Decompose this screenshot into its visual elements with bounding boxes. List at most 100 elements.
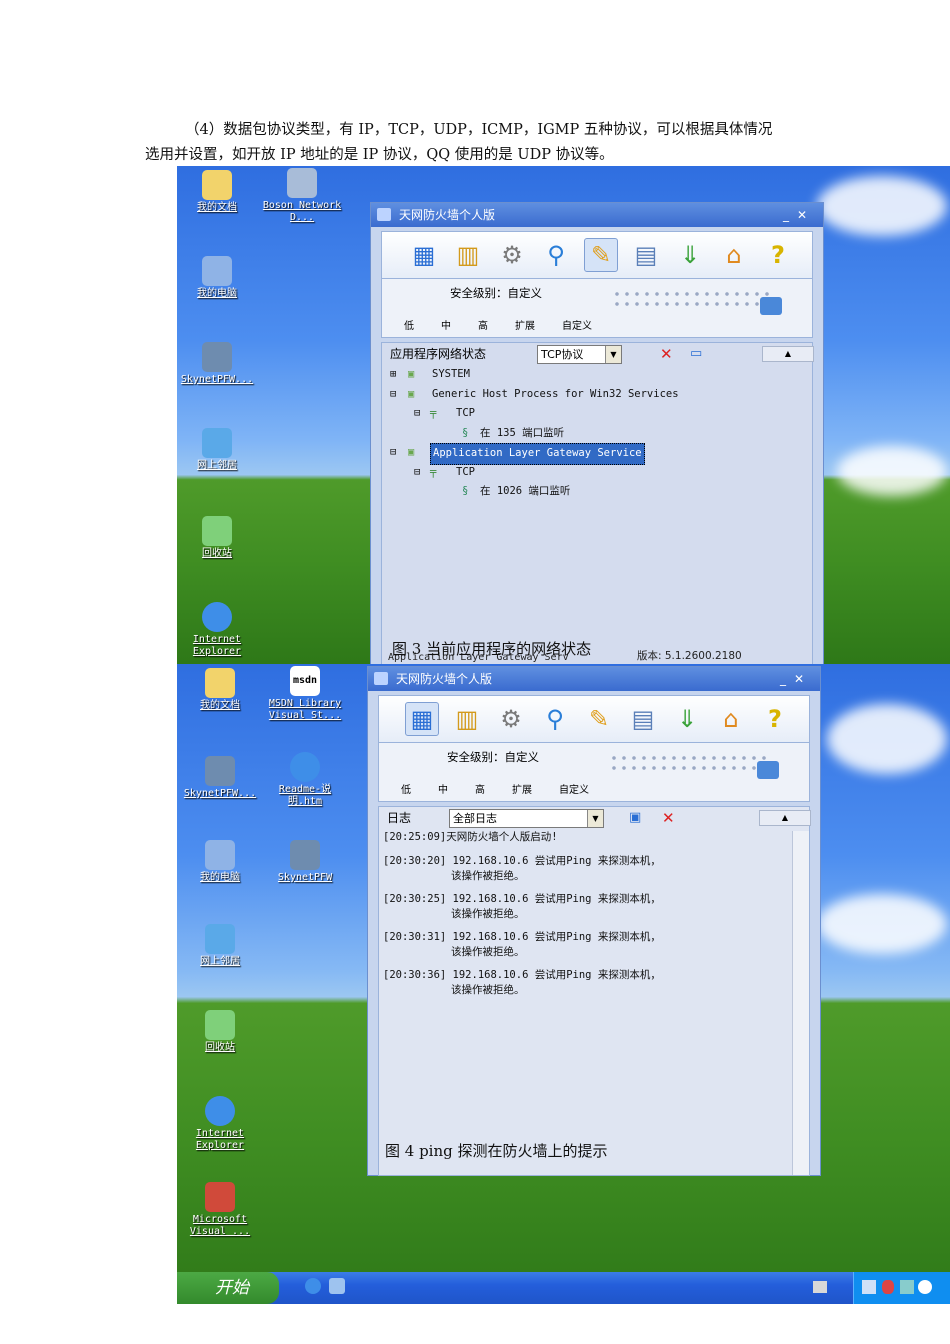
desktop-icon-my-computer[interactable]: 我的电脑 bbox=[177, 256, 257, 300]
window-controls: _✕ bbox=[783, 203, 815, 227]
download-icon[interactable]: ⇓ bbox=[674, 239, 706, 271]
start-label: 开始 bbox=[215, 1278, 249, 1298]
log-entry-text: [20:30:25] 192.168.10.6 尝试用Ping 来探测本机， bbox=[383, 893, 661, 905]
desktop-icon-readme[interactable]: Readme-说明.htm bbox=[265, 752, 345, 808]
quicklaunch-desktop-icon[interactable] bbox=[329, 1278, 345, 1294]
open-folder-icon[interactable]: ▭ bbox=[690, 343, 702, 365]
level-slider[interactable]: 低 中 高 扩展 自定义 bbox=[404, 317, 592, 332]
cloud bbox=[827, 704, 947, 774]
log-entry[interactable]: [20:30:20] 192.168.10.6 尝试用Ping 来探测本机， 该操… bbox=[383, 853, 805, 891]
level-custom[interactable]: 自定义 bbox=[562, 317, 592, 332]
tray-firewall-icon[interactable] bbox=[900, 1280, 914, 1294]
desktop-icon-skynet[interactable]: SkynetPFW... bbox=[180, 756, 260, 800]
ip-rules-icon[interactable]: ▥ bbox=[451, 703, 483, 735]
level-custom[interactable]: 自定义 bbox=[559, 781, 589, 796]
tree-row[interactable]: § 在 1026 端口监听 bbox=[382, 482, 812, 502]
tree-row[interactable]: ⊟ ╤ TCP bbox=[382, 404, 812, 424]
tree-row[interactable]: ⊟ ▣ Application Layer Gateway Service bbox=[382, 443, 812, 465]
tree-row[interactable]: § 在 135 端口监听 bbox=[382, 424, 812, 444]
protocol-select[interactable]: TCP协议 ▼ bbox=[537, 345, 622, 364]
level-slider[interactable]: 低 中 高 扩展 自定义 bbox=[401, 781, 589, 796]
log-entry-text-cont: 该操作被拒绝。 bbox=[451, 946, 525, 958]
body-paragraph: （4）数据包协议类型，有 IP，TCP，UDP，ICMP，IGMP 五种协议，可… bbox=[145, 118, 825, 168]
delete-icon[interactable]: ✕ bbox=[660, 343, 673, 365]
settings-gear-icon[interactable]: ⚙ bbox=[496, 239, 528, 271]
app-rules-icon[interactable]: ▦ bbox=[408, 239, 440, 271]
app-rules-icon[interactable]: ▦ bbox=[405, 702, 439, 736]
download-icon[interactable]: ⇓ bbox=[671, 703, 703, 735]
desktop-icon-skynet[interactable]: SkynetPFW... bbox=[177, 342, 257, 386]
level-mid[interactable]: 中 bbox=[441, 317, 451, 332]
search-icon[interactable]: ⚲ bbox=[539, 703, 571, 735]
desktop-icon-visual-studio[interactable]: Microsoft Visual ... bbox=[180, 1182, 260, 1238]
level-mid[interactable]: 中 bbox=[438, 781, 448, 796]
level-high[interactable]: 高 bbox=[475, 781, 485, 796]
network-screen-icon[interactable] bbox=[760, 297, 782, 315]
desktop-icon-internet-explorer[interactable]: Internet Explorer bbox=[180, 1096, 260, 1152]
log-entry[interactable]: [20:25:09]天网防火墙个人版启动! bbox=[383, 829, 805, 853]
delete-icon[interactable]: ✕ bbox=[662, 807, 675, 829]
minimize-icon[interactable]: _ bbox=[780, 672, 794, 686]
chevron-down-icon: ▼ bbox=[605, 346, 621, 363]
log-entry[interactable]: [20:30:31] 192.168.10.6 尝试用Ping 来探测本机， 该操… bbox=[383, 929, 805, 967]
log-icon[interactable]: ▤ bbox=[630, 239, 662, 271]
main-toolbar: ▦ ▥ ⚙ ⚲ ✎ ▤ ⇓ ⌂ ? bbox=[381, 231, 813, 279]
tree-label-selected: Application Layer Gateway Service bbox=[430, 443, 645, 465]
figure-3-caption: 图 3 当前应用程序的网络状态 bbox=[392, 640, 592, 658]
desktop-icon-recycle-bin[interactable]: 回收站 bbox=[177, 516, 257, 560]
tree-row[interactable]: ⊟ ▣ Generic Host Process for Win32 Service… bbox=[382, 385, 812, 405]
desktop-icon-network-places[interactable]: 网上邻居 bbox=[180, 924, 260, 968]
desktop-icon-internet-explorer[interactable]: Internet Explorer bbox=[177, 602, 257, 658]
level-extended[interactable]: 扩展 bbox=[515, 317, 535, 332]
log-scrollbar[interactable] bbox=[792, 831, 809, 1175]
log-entry[interactable]: [20:30:36] 192.168.10.6 尝试用Ping 来探测本机， 该操… bbox=[383, 967, 805, 1005]
tree-row[interactable]: ⊟ ╤ TCP bbox=[382, 463, 812, 483]
start-button[interactable]: 开始 bbox=[177, 1272, 279, 1304]
cloud bbox=[837, 446, 947, 496]
close-icon[interactable]: ✕ bbox=[794, 672, 812, 686]
settings-gear-icon[interactable]: ⚙ bbox=[495, 703, 527, 735]
folder-icon: ▣ bbox=[408, 446, 415, 458]
log-entry[interactable]: [20:30:25] 192.168.10.6 尝试用Ping 来探测本机， 该操… bbox=[383, 891, 805, 929]
desktop-icon-skynet-2[interactable]: SkynetPFW bbox=[265, 840, 345, 884]
collapse-button[interactable]: ▲ bbox=[762, 346, 814, 362]
ip-rules-icon[interactable]: ▥ bbox=[452, 239, 484, 271]
edit-icon[interactable]: ✎ bbox=[583, 703, 615, 735]
log-type-select[interactable]: 全部日志 ▼ bbox=[449, 809, 604, 828]
minimize-icon[interactable]: _ bbox=[783, 208, 797, 222]
tray-shield-icon[interactable] bbox=[882, 1280, 894, 1294]
desktop-icon-my-documents[interactable]: 我的文档 bbox=[177, 170, 257, 214]
firewall-window: 天网防火墙个人版 _✕ ▦ ▥ ⚙ ⚲ ✎ ▤ ⇓ ⌂ ? 安全级别：自定义 低… bbox=[367, 666, 821, 1176]
listen-port-icon: § bbox=[462, 485, 469, 497]
quicklaunch-ie-icon[interactable] bbox=[305, 1278, 321, 1294]
desktop-icon-my-computer[interactable]: 我的电脑 bbox=[180, 840, 260, 884]
window-titlebar: 天网防火墙个人版 _✕ bbox=[371, 203, 823, 227]
home-icon[interactable]: ⌂ bbox=[718, 239, 750, 271]
desktop-icon-recycle-bin[interactable]: 回收站 bbox=[180, 1010, 260, 1054]
collapse-button[interactable]: ▲ bbox=[759, 810, 811, 826]
level-low[interactable]: 低 bbox=[404, 317, 414, 332]
desktop-icon-my-documents[interactable]: 我的文档 bbox=[180, 668, 260, 712]
search-icon[interactable]: ⚲ bbox=[540, 239, 572, 271]
close-icon[interactable]: ✕ bbox=[797, 208, 815, 222]
level-extended[interactable]: 扩展 bbox=[512, 781, 532, 796]
window-titlebar: 天网防火墙个人版 _✕ bbox=[368, 667, 820, 691]
home-icon[interactable]: ⌂ bbox=[715, 703, 747, 735]
tree-row[interactable]: ⊞ ▣ SYSTEM bbox=[382, 365, 812, 385]
help-icon[interactable]: ? bbox=[762, 239, 794, 271]
desktop-icon-network-places[interactable]: 网上邻居 bbox=[177, 428, 257, 472]
help-icon[interactable]: ? bbox=[759, 703, 791, 735]
tray-keyboard-icon[interactable] bbox=[813, 1281, 827, 1293]
tray-volume-icon[interactable] bbox=[918, 1280, 932, 1294]
main-toolbar: ▦ ▥ ⚙ ⚲ ✎ ▤ ⇓ ⌂ ? bbox=[378, 695, 810, 743]
save-icon[interactable]: ▣ bbox=[629, 807, 641, 829]
protocol-select-value: TCP协议 bbox=[541, 348, 584, 361]
level-low[interactable]: 低 bbox=[401, 781, 411, 796]
desktop-icon-msdn[interactable]: msdn MSDN Library Visual St... bbox=[265, 666, 345, 722]
tray-network-icon[interactable] bbox=[862, 1280, 876, 1294]
log-icon[interactable]: ▤ bbox=[627, 703, 659, 735]
edit-icon[interactable]: ✎ bbox=[584, 238, 618, 272]
level-high[interactable]: 高 bbox=[478, 317, 488, 332]
desktop-icon-boson[interactable]: Boson Network D... bbox=[262, 168, 342, 224]
network-screen-icon[interactable] bbox=[757, 761, 779, 779]
